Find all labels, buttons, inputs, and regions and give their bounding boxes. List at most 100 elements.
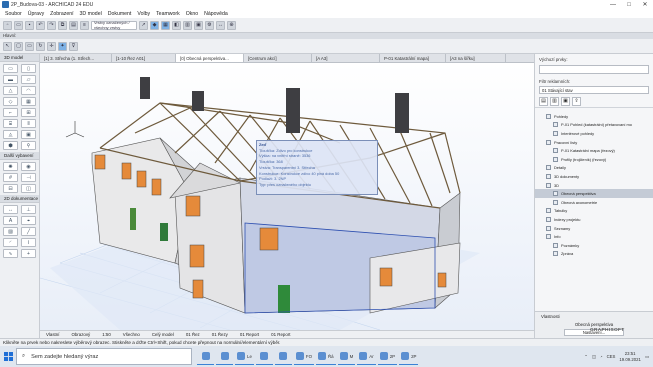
line-tool-icon[interactable]: ╱ xyxy=(21,227,36,236)
notifications-icon[interactable]: ▭ xyxy=(645,354,649,360)
door-tool-icon[interactable]: ⌐ xyxy=(3,108,18,117)
marquee-icon[interactable]: ▢ xyxy=(14,41,23,51)
spline-tool-icon[interactable]: ∿ xyxy=(3,249,18,258)
navigator-tree-item[interactable]: Zpráva xyxy=(535,250,653,259)
magic-wand-icon[interactable]: ✦ xyxy=(58,41,67,51)
copy-icon[interactable]: ⧉ xyxy=(58,20,67,30)
toolbox-section-more[interactable]: Další vybavení xyxy=(0,152,39,160)
wall-end-tool-icon[interactable]: ⊣ xyxy=(21,173,36,182)
navigator-tree-item[interactable]: Interiérové pohledy xyxy=(535,129,653,138)
railing-tool-icon[interactable]: ⫴ xyxy=(21,119,36,128)
publisher-icon[interactable]: ⇪ xyxy=(572,96,581,106)
skylight-tool-icon[interactable]: ◇ xyxy=(3,97,18,106)
tab-a3-na-sirku[interactable]: [A3 na šířku] xyxy=(446,54,506,62)
measure-icon[interactable]: ↔ xyxy=(216,20,225,30)
toolbox-section-3d-model[interactable]: 3D model xyxy=(0,54,39,62)
explorer-taskbar-button[interactable]: Le xyxy=(235,348,254,365)
menu-item-volby[interactable]: Volby xyxy=(134,11,153,17)
navigator-tree-item[interactable]: Detaily xyxy=(535,164,653,173)
menu-item-soubor[interactable]: Soubor xyxy=(2,11,25,17)
quick-option-model[interactable]: Celý model xyxy=(146,332,180,337)
undo-icon[interactable]: ↶ xyxy=(36,20,45,30)
wall-tool-icon[interactable]: ▭ xyxy=(3,64,18,73)
menu-item-zobrazeni[interactable]: Zobrazení xyxy=(47,11,76,17)
settings-icon[interactable]: ⚙ xyxy=(205,20,214,30)
snap-icon[interactable]: ✛ xyxy=(47,41,56,51)
minimize-button[interactable]: — xyxy=(605,0,621,9)
maximize-button[interactable]: □ xyxy=(621,0,637,9)
opening-tool-icon[interactable]: ◫ xyxy=(21,184,36,193)
quick-option-report-2[interactable]: 01 Report xyxy=(265,332,296,337)
clock[interactable]: 23:51 19.09.2021 xyxy=(619,351,641,363)
navigator-search-field[interactable] xyxy=(539,65,649,74)
view-map-icon[interactable]: ▥ xyxy=(550,96,559,106)
navigator-tree-item[interactable]: 3D xyxy=(535,181,653,190)
store-taskbar-button[interactable] xyxy=(255,348,273,365)
stair-tool-icon[interactable]: ⌸ xyxy=(3,119,18,128)
new-file-icon[interactable]: ▫ xyxy=(3,20,12,30)
menu-item-3d-model[interactable]: 3D model xyxy=(77,11,105,17)
open-file-icon[interactable]: ▭ xyxy=(14,20,23,30)
rotate-icon[interactable]: ↻ xyxy=(36,41,45,51)
tab-obecna-perspektiva[interactable]: [0] Obecná perspektiva... xyxy=(176,54,244,62)
navigator-filter-select[interactable]: 01 Stávající stav xyxy=(539,86,649,94)
roof-tool-icon[interactable]: △ xyxy=(3,86,18,95)
navigator-tree-item[interactable]: Info xyxy=(535,232,653,241)
corner-window-tool-icon[interactable]: ⊟ xyxy=(3,184,18,193)
navigator-tree-item[interactable]: Pohledy xyxy=(535,112,653,121)
layer-combo[interactable]: Vrstvy označených / všechny vrstvy xyxy=(91,20,137,30)
arrow-icon[interactable]: ↗ xyxy=(139,20,148,30)
archicad-taskbar-button[interactable]: Ar xyxy=(357,348,376,365)
archicad-taskbar-button[interactable]: Řá xyxy=(316,348,336,365)
lamp-tool-icon[interactable]: ✺ xyxy=(3,162,18,171)
close-button[interactable]: ✕ xyxy=(637,0,653,9)
tray-up-icon[interactable]: ⌃ xyxy=(584,354,588,360)
tab-a-a3[interactable]: [A A3] xyxy=(312,54,380,62)
camera-tool-icon[interactable]: ◉ xyxy=(21,162,36,171)
level-tool-icon[interactable]: ⊥ xyxy=(21,205,36,214)
curtain-wall-tool-icon[interactable]: ▦ xyxy=(21,97,36,106)
navigator-tree-item[interactable]: Seznamy xyxy=(535,224,653,233)
morph-tool-icon[interactable]: ⬢ xyxy=(3,141,18,150)
navigator-tree-item[interactable]: Pracovní listy xyxy=(535,138,653,147)
text-tool-icon[interactable]: A xyxy=(3,216,18,225)
layers-icon[interactable]: ≡ xyxy=(80,20,89,30)
menu-item-napoveda[interactable]: Nápověda xyxy=(201,11,231,17)
slab-tool-icon[interactable]: ▱ xyxy=(21,75,36,84)
fill-tool-icon[interactable]: ▨ xyxy=(3,227,18,236)
grid-tool-icon[interactable]: # xyxy=(3,173,18,182)
view-3d-icon[interactable]: ◆ xyxy=(150,20,159,30)
menu-item-teamwork[interactable]: Teamwork xyxy=(153,11,183,17)
quick-option-image[interactable]: Obrazový xyxy=(65,332,96,337)
navigator-tree-item[interactable]: Poznámky xyxy=(535,241,653,250)
mail-taskbar-button[interactable] xyxy=(274,348,292,365)
navigator-tree-item[interactable]: Obecná axonometrie xyxy=(535,198,653,207)
task-view-taskbar-button[interactable] xyxy=(197,348,214,365)
window-tool-icon[interactable]: ⊞ xyxy=(21,108,36,117)
column-tool-icon[interactable]: ▯ xyxy=(21,64,36,73)
save-icon[interactable]: ▪ xyxy=(25,20,34,30)
quick-option-report[interactable]: 01 Report xyxy=(234,332,265,337)
layout-book-icon[interactable]: ▣ xyxy=(194,20,203,30)
navigator-tree-item[interactable]: Tabulky xyxy=(535,207,653,216)
object-tool-icon[interactable]: ⚲ xyxy=(21,141,36,150)
paste-icon[interactable]: ▤ xyxy=(69,20,78,30)
section-icon[interactable]: ◧ xyxy=(172,20,181,30)
volume-icon[interactable]: ◔ xyxy=(600,354,603,359)
network-icon[interactable]: ◫ xyxy=(592,354,596,360)
archicad-taskbar-button[interactable]: 2P xyxy=(377,348,398,365)
tab-katastralni-mapa[interactable]: P-01 Katastrální mapa] xyxy=(380,54,446,62)
hotspot-tool-icon[interactable]: + xyxy=(21,249,36,258)
start-button[interactable] xyxy=(0,346,16,367)
menu-item-upravy[interactable]: Úpravy xyxy=(25,11,47,17)
navigator-tree-item[interactable]: 3D dokumenty xyxy=(535,172,653,181)
archicad-taskbar-button[interactable]: 2P xyxy=(399,348,419,365)
quick-option-sections[interactable]: 01 Řezy xyxy=(206,332,234,337)
project-map-icon[interactable]: ▤ xyxy=(539,96,548,106)
app-taskbar-button[interactable]: M xyxy=(337,348,356,365)
navigator-tree-item[interactable]: Indexy projektu xyxy=(535,215,653,224)
layout-book-icon[interactable]: ▣ xyxy=(561,96,570,106)
zone-tool-icon[interactable]: ▣ xyxy=(21,130,36,139)
quick-option-custom[interactable]: Vlastní xyxy=(40,332,65,337)
dimension-tool-icon[interactable]: ↔ xyxy=(3,205,18,214)
